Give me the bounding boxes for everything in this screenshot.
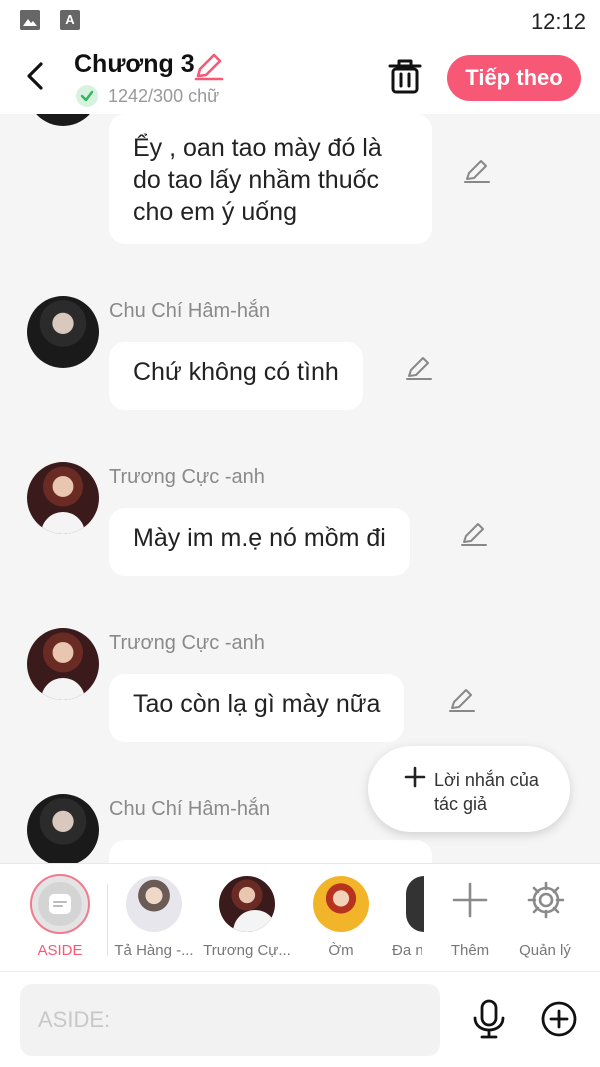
edit-message-button[interactable]: [462, 156, 492, 186]
manage-label: Quản lý: [519, 942, 571, 959]
edit-message-button[interactable]: [459, 519, 489, 549]
avatar[interactable]: [27, 296, 99, 368]
aside-icon: [49, 894, 71, 914]
add-button[interactable]: [540, 1000, 578, 1038]
character-label: Ờm: [328, 942, 354, 959]
back-button[interactable]: [16, 56, 56, 96]
gear-icon: [527, 881, 565, 919]
microphone-icon: [473, 999, 505, 1039]
avatar[interactable]: [27, 794, 99, 863]
message-bubble[interactable]: Mày im m.ẹ nó mồm đi: [109, 508, 410, 576]
chapter-header: Chương 3 1242/300 chữ Tiếp theo: [0, 42, 600, 114]
word-count: 1242/300 chữ: [108, 86, 220, 106]
pencil-icon: [461, 523, 487, 546]
character-avatar[interactable]: [406, 876, 424, 932]
message-bubble[interactable]: [109, 840, 432, 863]
character-avatar[interactable]: [219, 876, 275, 932]
chapter-title[interactable]: Chương 3: [74, 50, 195, 79]
next-button[interactable]: Tiếp theo: [447, 55, 581, 101]
pencil-icon: [194, 53, 224, 81]
character-label: Tả Hàng -...: [114, 942, 194, 959]
pencil-icon: [406, 357, 432, 380]
input-bar: [0, 971, 600, 1067]
character-label: ASIDE: [37, 942, 83, 959]
avatar[interactable]: [27, 462, 99, 534]
plus-icon: [452, 882, 488, 918]
sender-name: Chu Chí Hâm-hắn: [109, 300, 271, 322]
divider: [107, 884, 108, 956]
status-time: 12:12: [530, 9, 586, 34]
voice-button[interactable]: [470, 998, 508, 1040]
message-bubble[interactable]: Tao còn lạ gì mày nữa: [109, 674, 405, 742]
character-label: Trương Cự...: [203, 942, 291, 959]
avatar[interactable]: [27, 628, 99, 700]
status-bar: A 12:12: [0, 0, 600, 42]
character-avatar[interactable]: [126, 876, 182, 932]
pencil-icon: [449, 689, 475, 712]
more-button[interactable]: [448, 878, 492, 922]
character-label: Đa n: [392, 942, 422, 959]
plus-icon: [404, 766, 426, 788]
edit-message-button[interactable]: [447, 685, 477, 715]
sender-name: Chu Chí Hâm-hắn: [109, 798, 271, 820]
sender-name: Trương Cực -anh: [109, 466, 265, 488]
character-avatar[interactable]: [313, 876, 369, 932]
delete-button[interactable]: [386, 56, 424, 96]
pencil-icon: [464, 160, 490, 183]
plus-circle-icon: [541, 1001, 577, 1037]
message-bubble[interactable]: Ểy , oan tao mày đó là do tao lấy nhầm t…: [109, 114, 432, 244]
image-icon: [20, 10, 40, 30]
author-note-button[interactable]: Lời nhắn của tác giả: [368, 746, 570, 832]
character-bar: ASIDE Tả Hàng -... Trương Cự... Ờm Đa n …: [0, 863, 600, 971]
edit-message-button[interactable]: [404, 353, 434, 383]
font-a-icon: A: [60, 10, 80, 30]
manage-button[interactable]: [524, 878, 568, 922]
sender-name: Trương Cực -anh: [109, 632, 265, 654]
message-bubble[interactable]: Chứ không có tình: [109, 342, 363, 410]
trash-icon: [388, 59, 422, 94]
check-circle-icon: [76, 85, 98, 107]
avatar[interactable]: [27, 114, 99, 126]
author-note-label: Lời nhắn của tác giả: [434, 770, 539, 814]
character-aside[interactable]: [30, 874, 90, 934]
back-arrow-icon: [27, 62, 43, 90]
message-input[interactable]: [20, 984, 440, 1056]
edit-title-button[interactable]: [192, 50, 226, 82]
more-label: Thêm: [450, 942, 490, 959]
